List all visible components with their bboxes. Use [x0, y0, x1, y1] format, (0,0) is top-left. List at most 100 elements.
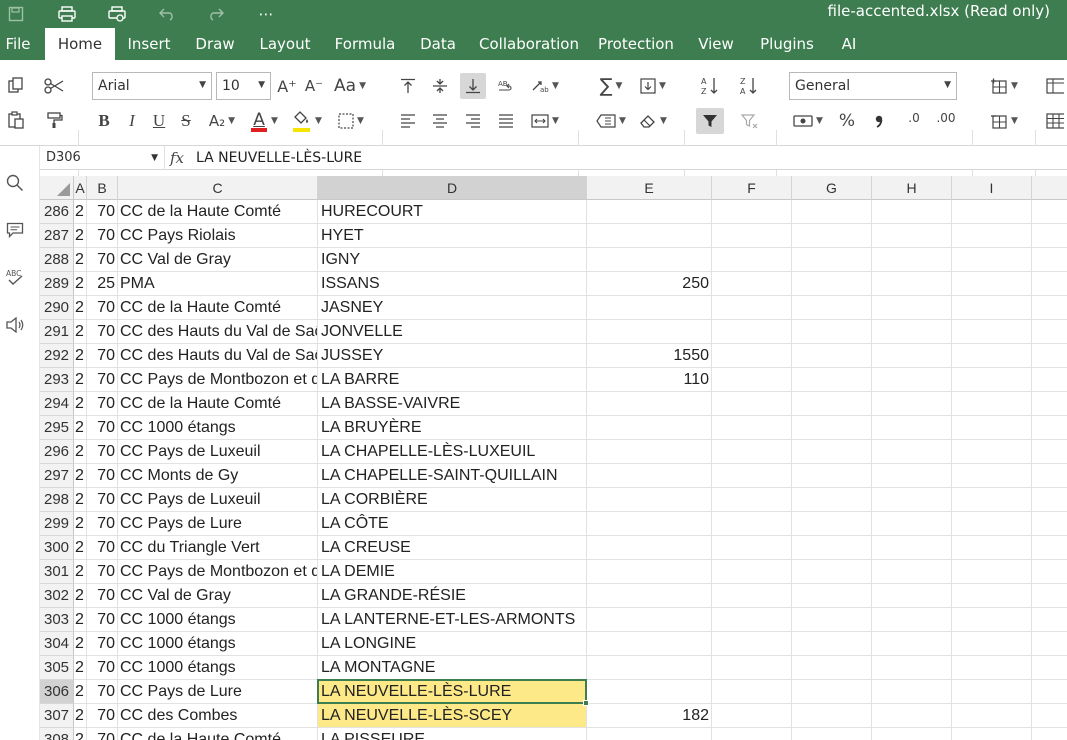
cell-i[interactable]: [952, 200, 1032, 224]
sort-descending-icon[interactable]: ZA: [737, 74, 761, 98]
clear-button[interactable]: ▼: [634, 109, 672, 133]
cell-a[interactable]: 2: [74, 512, 87, 536]
cell-j[interactable]: [1032, 464, 1067, 488]
cell-i[interactable]: [952, 296, 1032, 320]
cell-c[interactable]: CC des Combes: [118, 704, 318, 728]
cell-g[interactable]: [792, 296, 872, 320]
cell-g[interactable]: [792, 368, 872, 392]
cell-c[interactable]: CC 1000 étangs: [118, 632, 318, 656]
cell-h[interactable]: [872, 224, 952, 248]
cell-d[interactable]: LA CHAPELLE-SAINT-QUILLAIN: [318, 464, 587, 488]
cell-g[interactable]: [792, 344, 872, 368]
formula-input[interactable]: LA NEUVELLE-LÈS-LURE: [196, 146, 362, 170]
cell-b[interactable]: 25: [87, 272, 118, 296]
cell-g[interactable]: [792, 704, 872, 728]
comma-style-icon[interactable]: [868, 109, 890, 133]
cell-f[interactable]: [712, 536, 792, 560]
cell-i[interactable]: [952, 560, 1032, 584]
fill-button[interactable]: ▼: [634, 74, 672, 98]
cell-i[interactable]: [952, 368, 1032, 392]
cell-e[interactable]: [587, 728, 712, 740]
cell-e[interactable]: [587, 488, 712, 512]
cell-a[interactable]: 2: [74, 464, 87, 488]
row-header[interactable]: 301: [40, 560, 74, 584]
cell-h[interactable]: [872, 368, 952, 392]
menu-home[interactable]: Home: [45, 28, 115, 60]
copy-icon[interactable]: [4, 74, 28, 98]
column-header-i[interactable]: I: [952, 176, 1032, 200]
cell-e[interactable]: [587, 296, 712, 320]
print-preview-icon[interactable]: [104, 0, 130, 28]
cell-a[interactable]: 2: [74, 296, 87, 320]
cell-h[interactable]: [872, 392, 952, 416]
select-all-corner[interactable]: [40, 176, 74, 200]
cell-a[interactable]: 2: [74, 392, 87, 416]
cut-icon[interactable]: [42, 74, 66, 98]
cell-d[interactable]: LA MONTAGNE: [318, 656, 587, 680]
cell-d[interactable]: LA BARRE: [318, 368, 587, 392]
filter-icon[interactable]: [696, 108, 724, 134]
cell-h[interactable]: [872, 704, 952, 728]
clear-filter-icon[interactable]: [737, 109, 763, 133]
cell-i[interactable]: [952, 392, 1032, 416]
cell-f[interactable]: [712, 296, 792, 320]
cell-b[interactable]: 70: [87, 224, 118, 248]
cell-b[interactable]: 70: [87, 440, 118, 464]
cell-j[interactable]: [1032, 728, 1067, 740]
cell-a[interactable]: 2: [74, 536, 87, 560]
cell-h[interactable]: [872, 440, 952, 464]
currency-format-button[interactable]: ▼: [789, 109, 827, 133]
cell-c[interactable]: CC 1000 étangs: [118, 608, 318, 632]
spellcheck-icon[interactable]: ABC: [4, 266, 26, 288]
cell-a[interactable]: 2: [74, 224, 87, 248]
cell-d[interactable]: HYET: [318, 224, 587, 248]
cell-j[interactable]: [1032, 368, 1067, 392]
cell-h[interactable]: [872, 320, 952, 344]
menu-collaboration[interactable]: Collaboration: [478, 28, 580, 60]
more-actions-icon[interactable]: ⋯: [254, 0, 278, 28]
cell-h[interactable]: [872, 560, 952, 584]
cell-b[interactable]: 70: [87, 368, 118, 392]
cell-i[interactable]: [952, 416, 1032, 440]
cell-a[interactable]: 2: [74, 656, 87, 680]
sum-button[interactable]: ∑ ▼: [592, 74, 630, 98]
cell-e[interactable]: [587, 416, 712, 440]
column-header-c[interactable]: C: [118, 176, 318, 200]
cell-g[interactable]: [792, 680, 872, 704]
cell-i[interactable]: [952, 728, 1032, 740]
cell-h[interactable]: [872, 200, 952, 224]
cell-b[interactable]: 70: [87, 464, 118, 488]
row-header[interactable]: 304: [40, 632, 74, 656]
cell-j[interactable]: [1032, 296, 1067, 320]
cell-h[interactable]: [872, 728, 952, 740]
cell-g[interactable]: [792, 200, 872, 224]
cell-e[interactable]: [587, 440, 712, 464]
cell-g[interactable]: [792, 248, 872, 272]
cell-e[interactable]: [587, 512, 712, 536]
cell-c[interactable]: CC de la Haute Comté: [118, 200, 318, 224]
paste-icon[interactable]: [4, 108, 28, 132]
format-painter-icon[interactable]: [42, 108, 66, 132]
cell-j[interactable]: [1032, 704, 1067, 728]
row-header[interactable]: 290: [40, 296, 74, 320]
menu-insert[interactable]: Insert: [123, 28, 175, 60]
cell-i[interactable]: [952, 632, 1032, 656]
table-grid-icon[interactable]: [1046, 109, 1067, 133]
cell-f[interactable]: [712, 680, 792, 704]
cell-d[interactable]: LA CREUSE: [318, 536, 587, 560]
cell-i[interactable]: [952, 608, 1032, 632]
increase-decimal-button[interactable]: .00: [930, 109, 962, 133]
cell-c[interactable]: CC de la Haute Comté: [118, 296, 318, 320]
cell-i[interactable]: [952, 464, 1032, 488]
cell-d[interactable]: LA BASSE-VAIVRE: [318, 392, 587, 416]
cell-b[interactable]: 70: [87, 392, 118, 416]
row-header[interactable]: 302: [40, 584, 74, 608]
menu-ai[interactable]: AI: [835, 28, 863, 60]
cell-h[interactable]: [872, 416, 952, 440]
cell-h[interactable]: [872, 608, 952, 632]
cell-g[interactable]: [792, 656, 872, 680]
cell-a[interactable]: 2: [74, 248, 87, 272]
cell-a[interactable]: 2: [74, 680, 87, 704]
cell-f[interactable]: [712, 392, 792, 416]
menu-layout[interactable]: Layout: [256, 28, 314, 60]
